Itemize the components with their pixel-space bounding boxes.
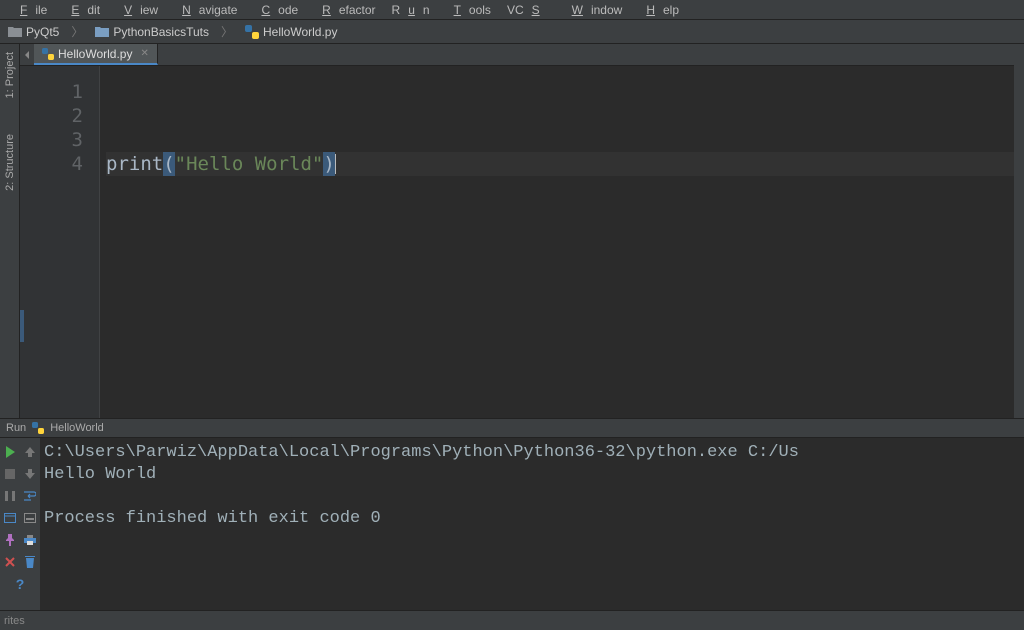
line-number: 2 xyxy=(20,104,83,128)
code-area[interactable]: print("Hello World") xyxy=(100,66,1024,418)
code-token-lparen: ( xyxy=(163,152,174,176)
menu-vcs[interactable]: VCS xyxy=(499,1,556,19)
layout-icon[interactable] xyxy=(2,510,18,526)
editor-tab-label: HelloWorld.py xyxy=(58,47,132,61)
side-tab-project-label: 1: Project xyxy=(4,52,16,98)
code-line-1[interactable] xyxy=(106,80,1024,104)
run-config-label: HelloWorld xyxy=(50,422,104,434)
breadcrumb: PyQt5 〉 PythonBasicsTuts 〉 HelloWorld.py xyxy=(0,20,1024,44)
code-token-rparen: ) xyxy=(323,152,334,176)
chevron-right-icon: 〉 xyxy=(219,23,235,40)
trash-icon[interactable] xyxy=(22,554,38,570)
editor-body[interactable]: 1 2 3 4 print("Hello World") xyxy=(20,66,1024,418)
close-run-icon[interactable] xyxy=(2,554,18,570)
python-file-icon xyxy=(42,48,54,60)
chevron-right-icon: 〉 xyxy=(69,23,85,40)
menu-tools[interactable]: Tools xyxy=(438,1,499,19)
hide-tool-window-icon[interactable] xyxy=(20,44,34,65)
close-tab-icon[interactable]: ✕ xyxy=(140,48,148,59)
line-number: 1 xyxy=(20,80,83,104)
scroll-to-end-icon[interactable] xyxy=(22,510,38,526)
python-file-icon xyxy=(32,422,44,434)
menu-file[interactable]: File xyxy=(4,1,55,19)
status-text: rites xyxy=(4,615,25,627)
menu-code[interactable]: Code xyxy=(245,1,306,19)
structure-marker xyxy=(20,310,24,342)
editor-tab-helloworld[interactable]: HelloWorld.py ✕ xyxy=(34,44,158,65)
run-toolbar: ? xyxy=(0,438,40,610)
code-line-4[interactable]: print("Hello World") xyxy=(106,152,1024,176)
breadcrumb-folder-label: PythonBasicsTuts xyxy=(113,25,209,39)
editor-tab-bar: HelloWorld.py ✕ xyxy=(20,44,1024,66)
left-gutter: 1: Project 2: Structure xyxy=(0,44,20,418)
run-console[interactable]: C:\Users\Parwiz\AppData\Local\Programs\P… xyxy=(40,438,1024,610)
line-number-gutter: 1 2 3 4 xyxy=(20,66,100,418)
side-tab-structure[interactable]: 2: Structure xyxy=(2,126,18,199)
pin-icon[interactable] xyxy=(2,532,18,548)
menu-help[interactable]: Help xyxy=(630,1,687,19)
menu-run[interactable]: Run xyxy=(384,1,438,19)
menu-navigate[interactable]: Navigate xyxy=(166,1,245,19)
folder-icon xyxy=(95,26,109,38)
console-line: Hello World xyxy=(44,465,156,484)
code-line-2[interactable] xyxy=(106,104,1024,128)
soft-wrap-icon[interactable] xyxy=(22,488,38,504)
editor-area: HelloWorld.py ✕ 1 2 3 4 print("Hello Wor… xyxy=(20,44,1024,418)
menu-bar: File Edit View Navigate Code Refactor Ru… xyxy=(0,0,1024,20)
breadcrumb-root-label: PyQt5 xyxy=(26,25,59,39)
rerun-button[interactable] xyxy=(2,444,18,460)
caret xyxy=(335,154,336,174)
breadcrumb-folder[interactable]: PythonBasicsTuts xyxy=(91,23,213,41)
help-icon[interactable]: ? xyxy=(12,576,28,592)
line-number: 4 xyxy=(20,152,83,176)
up-arrow-icon[interactable] xyxy=(22,444,38,460)
folder-icon xyxy=(8,26,22,38)
console-line: C:\Users\Parwiz\AppData\Local\Programs\P… xyxy=(44,443,799,462)
console-line: Process finished with exit code 0 xyxy=(44,509,381,528)
menu-window[interactable]: Window xyxy=(556,1,631,19)
menu-refactor[interactable]: Refactor xyxy=(306,1,383,19)
status-bar: rites xyxy=(0,610,1024,630)
breadcrumb-root[interactable]: PyQt5 xyxy=(4,23,63,41)
side-tab-structure-label: 2: Structure xyxy=(4,134,16,191)
print-icon[interactable] xyxy=(22,532,38,548)
run-label: Run xyxy=(6,422,26,434)
side-tab-project[interactable]: 1: Project xyxy=(2,44,18,106)
run-tool-body: ? C:\Users\Parwiz\AppData\Local\Programs… xyxy=(0,438,1024,610)
run-tool-header[interactable]: Run HelloWorld xyxy=(0,418,1024,438)
stop-button[interactable] xyxy=(2,466,18,482)
code-token-string: "Hello World" xyxy=(175,152,324,176)
editor-vertical-scrollbar[interactable] xyxy=(1014,46,1024,418)
code-token-func: print xyxy=(106,152,163,176)
menu-view[interactable]: View xyxy=(108,1,166,19)
line-number: 3 xyxy=(20,128,83,152)
code-line-3[interactable] xyxy=(106,128,1024,152)
breadcrumb-file-label: HelloWorld.py xyxy=(263,25,337,39)
down-arrow-icon[interactable] xyxy=(22,466,38,482)
pause-button[interactable] xyxy=(2,488,18,504)
menu-edit[interactable]: Edit xyxy=(55,1,108,19)
python-file-icon xyxy=(245,25,259,39)
breadcrumb-file[interactable]: HelloWorld.py xyxy=(241,23,341,41)
